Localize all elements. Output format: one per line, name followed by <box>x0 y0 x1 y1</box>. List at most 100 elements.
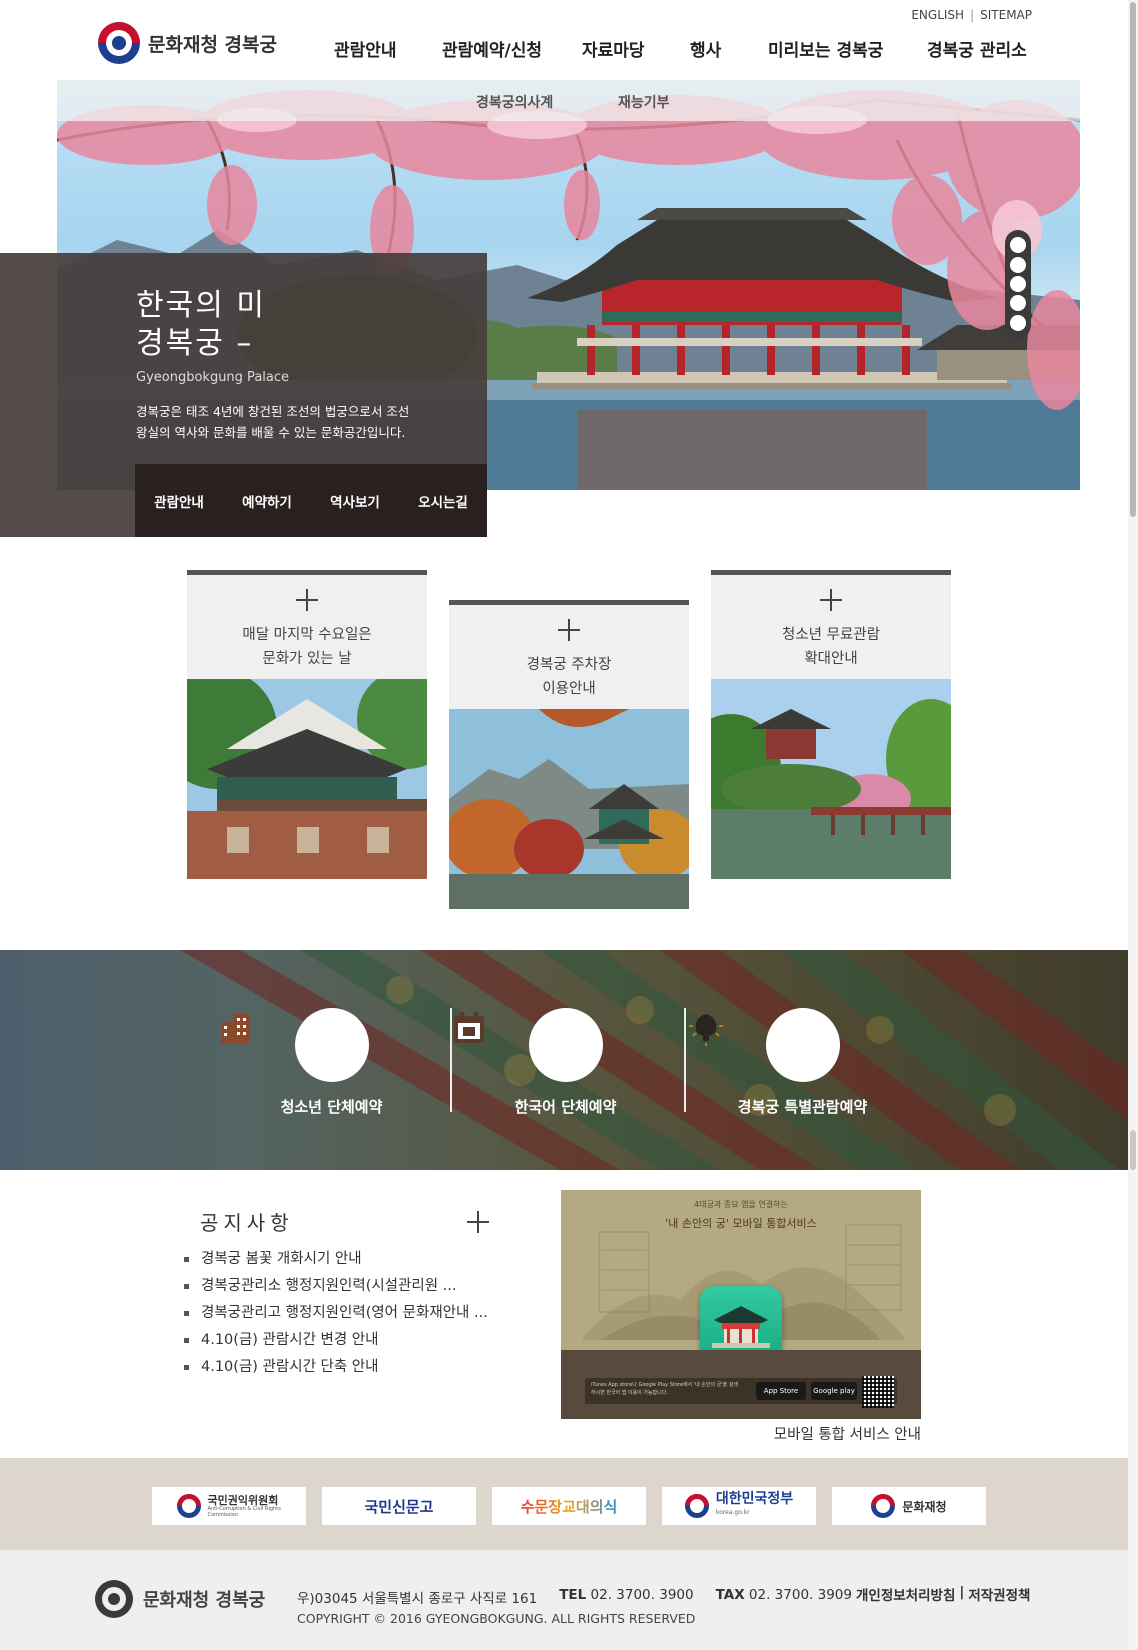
card-title: 경복궁 주차장 이용안내 <box>449 653 689 701</box>
taegeuk-icon <box>871 1494 896 1518</box>
footer-logo-text: 문화재청 경복궁 <box>143 1590 266 1611</box>
partner-name: 대한민국정부 <box>715 1491 794 1507</box>
hero-desc-line-1: 경복궁은 태조 4년에 창건된 조선의 법궁으로서 조선 <box>136 404 410 419</box>
google-play-badge[interactable]: Google play <box>811 1382 857 1400</box>
reservation-band: 청소년 단체예약 한국어 단체예약 경복궁 특별관람예약 <box>0 950 1128 1170</box>
slide-dot-2[interactable] <box>1010 257 1026 273</box>
nav-resources[interactable]: 자료마당 <box>582 36 690 61</box>
quick-link-directions[interactable]: 오시는길 <box>418 491 468 511</box>
notice-item[interactable]: 경복궁 봄꽃 개화시기 안내 <box>184 1248 488 1275</box>
footer-taegeuk-icon <box>95 1580 133 1618</box>
notice-item[interactable]: 4.10(금) 관람시간 단축 안내 <box>184 1356 488 1383</box>
partner-cha[interactable]: 문화재청 <box>832 1487 986 1525</box>
youth-group-reservation[interactable]: 청소년 단체예약 <box>215 1008 448 1117</box>
nav-events[interactable]: 행사 <box>690 36 768 61</box>
card-header: 경복궁 주차장 이용안내 <box>449 605 689 709</box>
card-title-line-2: 이용안내 <box>542 681 596 697</box>
partner-sub: korea.go.kr <box>715 1509 750 1516</box>
copyright-policy-link[interactable]: 저작권정책 <box>968 1584 1030 1604</box>
slide-dot-4[interactable] <box>1010 295 1026 311</box>
partner-sub: Anti-Corruption & Civil Rights Commissio… <box>207 1505 281 1518</box>
plus-icon[interactable] <box>296 589 318 611</box>
partner-name: 문화재청 <box>902 1499 947 1514</box>
card-header: 청소년 무료관람 확대안내 <box>711 575 951 679</box>
nav-management[interactable]: 경복궁 관리소 <box>927 36 1037 61</box>
tel-value: 02. 3700. 3900 <box>590 1587 694 1603</box>
special-tour-reservation[interactable]: 경복궁 특별관람예약 <box>686 1008 919 1117</box>
subnav-talent-donation[interactable]: 재능기부 <box>618 92 670 112</box>
util-separator: | <box>970 8 975 22</box>
reservation-label: 청소년 단체예약 <box>280 1098 383 1116</box>
partner-korea-gov[interactable]: 대한민국정부 korea.go.kr <box>662 1487 816 1525</box>
site-header: ENGLISH | SITEMAP 문화재청 경복궁 관람안내 관람예약/신청 … <box>0 0 1128 80</box>
card-title-line-2: 문화가 있는 날 <box>262 651 352 667</box>
hero-description: 경복궁은 태조 4년에 창건된 조선의 법궁으로서 조선 왕실의 역사와 문화를… <box>136 401 436 443</box>
footer-logo[interactable]: 문화재청 경복궁 <box>95 1580 265 1618</box>
qr-code-icon <box>862 1376 894 1408</box>
partner-guard-ceremony[interactable]: 수문장교대의식 <box>492 1487 646 1525</box>
card-title: 청소년 무료관람 확대안내 <box>711 623 951 671</box>
partner-epeople[interactable]: 국민신문고 <box>322 1487 476 1525</box>
quick-link-visit-guide[interactable]: 관람안내 <box>154 491 204 511</box>
nav-reservation[interactable]: 관람예약/신청 <box>442 36 582 61</box>
partner-acrc[interactable]: 국민권익위원회 Anti-Corruption & Civil Rights C… <box>152 1487 306 1525</box>
banner-heading: 4대궁과 종묘 앱을 연결하는 '내 손안의 궁' 모바일 통합서비스 <box>561 1190 921 1231</box>
notice-item[interactable]: 경복궁관리소 행정지원인력(시설관리원 ... <box>184 1275 488 1302</box>
scrollbar-thumb[interactable] <box>1130 2 1136 517</box>
card-culture-day[interactable]: 매달 마지막 수요일은 문화가 있는 날 <box>187 570 427 879</box>
slide-dot-3[interactable] <box>1010 276 1026 292</box>
mobile-service-banner[interactable]: 4대궁과 종묘 앱을 연결하는 '내 손안의 궁' 모바일 통합서비스 iTun… <box>561 1190 921 1419</box>
partner-name: 수문장교대의식 <box>520 1497 618 1516</box>
notice-list: 경복궁 봄꽃 개화시기 안내 경복궁관리소 행정지원인력(시설관리원 ... 경… <box>184 1248 488 1383</box>
quick-link-history[interactable]: 역사보기 <box>330 491 380 511</box>
banner-headline: '내 손안의 궁' 모바일 통합서비스 <box>665 1217 817 1230</box>
notice-item[interactable]: 4.10(금) 관람시간 변경 안내 <box>184 1329 488 1356</box>
card-title-line-1: 매달 마지막 수요일은 <box>242 627 372 643</box>
slide-dot-5[interactable] <box>1010 315 1026 331</box>
reservation-label: 한국어 단체예약 <box>514 1098 617 1116</box>
taegeuk-icon <box>176 1494 201 1518</box>
scrollbar[interactable] <box>1128 0 1138 1650</box>
hero-desc-line-2: 왕실의 역사와 문화를 배울 수 있는 문화공간입니다. <box>136 425 406 440</box>
footer-contact: 우)03045 서울특별시 종로구 사직로 161 TEL 02. 3700. … <box>297 1587 852 1607</box>
subnav-seasons[interactable]: 경복궁의사계 <box>476 92 553 112</box>
notice-more-plus-icon[interactable] <box>467 1211 489 1233</box>
site-logo[interactable]: 문화재청 경복궁 <box>98 22 277 64</box>
tax-value: 02. 3700. 3909 <box>748 1587 852 1603</box>
banner-footer: iTunes App store나 Google Play Store에서 '내… <box>561 1350 921 1419</box>
plus-icon[interactable] <box>558 619 580 641</box>
banner-caption[interactable]: 모바일 통합 서비스 안내 <box>774 1423 921 1444</box>
card-title: 매달 마지막 수요일은 문화가 있는 날 <box>187 623 427 671</box>
privacy-policy-link[interactable]: 개인정보처리방침 <box>856 1584 955 1604</box>
partner-banners: 국민권익위원회 Anti-Corruption & Civil Rights C… <box>0 1458 1128 1550</box>
sitemap-link[interactable]: SITEMAP <box>980 8 1032 22</box>
slide-dot-1[interactable] <box>1010 237 1026 253</box>
hero-title: 한국의 미 경복궁 – <box>136 287 266 363</box>
hero-info-panel: 한국의 미 경복궁 – Gyeongbokgung Palace 경복궁은 태조… <box>0 253 487 537</box>
card-parking[interactable]: 경복궁 주차장 이용안내 <box>449 600 689 909</box>
quick-link-reserve[interactable]: 예약하기 <box>242 491 292 511</box>
korean-group-reservation[interactable]: 한국어 단체예약 <box>449 1008 682 1117</box>
card-title-line-1: 경복궁 주차장 <box>526 657 612 673</box>
nav-visit-guide[interactable]: 관람안내 <box>334 36 442 61</box>
utility-links: ENGLISH | SITEMAP <box>911 8 1032 22</box>
plus-icon[interactable] <box>820 589 842 611</box>
scrollbar-marker <box>1130 1130 1136 1170</box>
english-link[interactable]: ENGLISH <box>911 8 964 22</box>
app-store-badge[interactable]: App Store <box>756 1382 806 1400</box>
card-image-autumn-pavilion <box>449 709 689 909</box>
card-youth-free[interactable]: 청소년 무료관람 확대안내 <box>711 570 951 879</box>
notice-item[interactable]: 경복궁관리고 행정지원인력(영어 문화재안내 ... <box>184 1302 488 1329</box>
footer-tel: TEL 02. 3700. 3900 <box>559 1587 693 1607</box>
partner-gov-text: 대한민국정부 korea.go.kr <box>715 1491 794 1519</box>
partner-name: 국민권익위원회 <box>207 1493 279 1507</box>
sub-nav: 경복궁의사계 재능기부 <box>57 80 1080 121</box>
building-icon <box>221 1008 369 1082</box>
calendar-icon <box>454 1008 603 1082</box>
card-title-line-1: 청소년 무료관람 <box>782 627 880 643</box>
hero-subtitle: Gyeongbokgung Palace <box>136 370 290 385</box>
nav-preview[interactable]: 미리보는 경복궁 <box>768 36 927 61</box>
partner-name: 국민신문고 <box>364 1497 434 1516</box>
slide-indicator <box>1005 230 1031 338</box>
card-image-palace-wall <box>187 679 427 879</box>
